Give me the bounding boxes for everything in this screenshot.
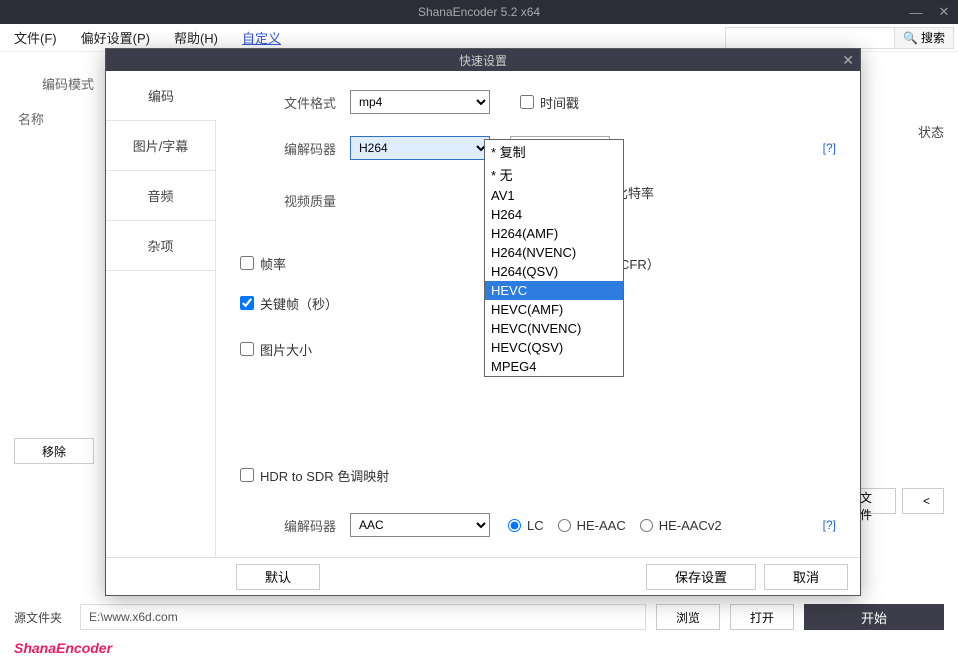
framerate-checkbox[interactable] <box>240 256 254 270</box>
modal-titlebar: 快速设置 ✕ <box>106 49 860 71</box>
menu-preferences[interactable]: 偏好设置(P) <box>71 24 160 51</box>
video-quality-label: 视频质量 <box>240 191 350 210</box>
lc-radio[interactable] <box>508 519 521 532</box>
dd-item-copy[interactable]: * 复制 <box>485 140 623 163</box>
source-folder-input[interactable] <box>80 604 646 630</box>
save-settings-button[interactable]: 保存设置 <box>646 564 756 590</box>
branding: ShanaEncoder <box>14 640 112 656</box>
dd-item-hevc-amf[interactable]: HEVC(AMF) <box>485 300 623 319</box>
dd-item-h264-amf[interactable]: H264(AMF) <box>485 224 623 243</box>
file-format-label: 文件格式 <box>240 93 350 112</box>
window-title: ShanaEncoder 5.2 x64 <box>418 5 540 19</box>
heaac-radio[interactable] <box>558 519 571 532</box>
menu-file[interactable]: 文件(F) <box>4 24 67 51</box>
source-folder-label: 源文件夹 <box>14 609 70 626</box>
bottombar: 源文件夹 浏览 打开 开始 <box>14 604 944 630</box>
minimize-button[interactable]: — <box>902 0 930 24</box>
dd-item-mpeg4[interactable]: MPEG4 <box>485 357 623 376</box>
modal-form: 文件格式 mp4 时间戳 编解码器 H264 配置 [?] <box>216 71 860 557</box>
titlebar: ShanaEncoder 5.2 x64 — ✕ <box>0 0 958 24</box>
codec-dropdown-list: * 复制 * 无 AV1 H264 H264(AMF) H264(NVENC) … <box>484 139 624 377</box>
codec-label: 编解码器 <box>240 139 350 158</box>
window-controls: — ✕ <box>902 0 958 24</box>
hdr-sdr-checkbox[interactable] <box>240 468 254 482</box>
tab-misc[interactable]: 杂项 <box>106 221 216 271</box>
search-button[interactable]: 🔍 搜索 <box>895 27 954 49</box>
modal-footer: 默认 保存设置 取消 <box>106 557 860 595</box>
close-button[interactable]: ✕ <box>930 0 958 24</box>
quick-settings-modal: 快速设置 ✕ 编码 图片/字幕 音频 杂项 文件格式 mp4 时间戳 <box>105 48 861 596</box>
file-format-select[interactable]: mp4 <box>350 90 490 114</box>
dd-item-h264-nvenc[interactable]: H264(NVENC) <box>485 243 623 262</box>
heaacv2-radio[interactable] <box>640 519 653 532</box>
nav-back-button[interactable]: < <box>902 488 944 514</box>
keyframe-checkbox[interactable] <box>240 296 254 310</box>
audio-codec-select[interactable]: AAC <box>350 513 490 537</box>
menu-search: 🔍 搜索 <box>725 27 954 49</box>
status-column-label: 状态 <box>918 122 944 141</box>
tab-image-subtitle[interactable]: 图片/字幕 <box>106 121 216 171</box>
dd-item-hevc[interactable]: HEVC <box>485 281 623 300</box>
video-codec-select[interactable]: H264 <box>350 136 490 160</box>
timestamp-checkbox[interactable] <box>520 95 534 109</box>
dd-item-hevc-qsv[interactable]: HEVC(QSV) <box>485 338 623 357</box>
tab-encoding[interactable]: 编码 <box>106 71 216 121</box>
dd-item-av1[interactable]: AV1 <box>485 186 623 205</box>
timestamp-label: 时间戳 <box>540 93 579 112</box>
image-size-checkbox[interactable] <box>240 342 254 356</box>
dd-item-hevc-nvenc[interactable]: HEVC(NVENC) <box>485 319 623 338</box>
dd-item-h264-qsv[interactable]: H264(QSV) <box>485 262 623 281</box>
keyframe-label: 关键帧（秒） <box>260 294 338 313</box>
start-button[interactable]: 开始 <box>804 604 944 630</box>
remove-button[interactable]: 移除 <box>14 438 94 464</box>
tab-audio[interactable]: 音频 <box>106 171 216 221</box>
cancel-button[interactable]: 取消 <box>764 564 848 590</box>
open-button[interactable]: 打开 <box>730 604 794 630</box>
menu-help[interactable]: 帮助(H) <box>164 24 228 51</box>
modal-side-tabs: 编码 图片/字幕 音频 杂项 <box>106 71 216 557</box>
help-link-video[interactable]: [?] <box>823 141 836 155</box>
heaac-label: HE-AAC <box>577 518 626 533</box>
modal-title: 快速设置 <box>459 52 507 69</box>
heaacv2-label: HE-AACv2 <box>659 518 722 533</box>
help-link-audio[interactable]: [?] <box>823 518 836 532</box>
default-button[interactable]: 默认 <box>236 564 320 590</box>
menu-custom[interactable]: 自定义 <box>232 24 291 51</box>
lc-label: LC <box>527 518 544 533</box>
audio-codec-label: 编解码器 <box>240 516 350 535</box>
image-size-label: 图片大小 <box>260 340 312 359</box>
dd-item-none[interactable]: * 无 <box>485 163 623 186</box>
hdr-sdr-label: HDR to SDR 色调映射 <box>260 466 389 485</box>
modal-close-button[interactable]: ✕ <box>842 52 854 69</box>
framerate-label: 帧率 <box>260 254 286 273</box>
browse-button[interactable]: 浏览 <box>656 604 720 630</box>
dd-item-h264[interactable]: H264 <box>485 205 623 224</box>
search-input[interactable] <box>725 27 895 49</box>
search-label: 搜索 <box>921 29 945 46</box>
search-icon: 🔍 <box>903 31 918 45</box>
